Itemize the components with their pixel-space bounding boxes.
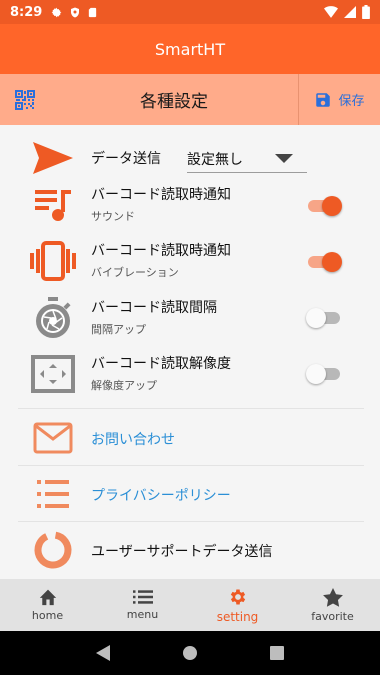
dropdown-arrow-icon — [275, 154, 293, 163]
aspect-ratio-icon — [30, 351, 76, 397]
divider — [18, 408, 364, 409]
music-queue-icon — [30, 182, 76, 228]
data-send-dropdown[interactable]: 設定無し — [187, 145, 307, 173]
vibration-icon — [30, 238, 76, 284]
divider — [18, 465, 364, 466]
timer-shutter-icon — [30, 295, 76, 341]
privacy-row[interactable]: プライバシーポリシー — [0, 471, 380, 517]
contact-link[interactable]: お問い合わせ — [91, 429, 175, 449]
interval-toggle[interactable] — [306, 307, 342, 328]
save-label: 保存 — [338, 94, 365, 109]
nav-favorite[interactable]: favorite — [285, 579, 380, 631]
interval-label: バーコード読取間隔 — [91, 300, 217, 316]
support-row[interactable]: ユーザーサポートデータ送信 — [0, 527, 380, 573]
list-bullets-icon — [30, 471, 76, 517]
qr-code-button[interactable] — [0, 74, 50, 125]
resolution-toggle[interactable] — [306, 363, 342, 384]
settings-header: 各種設定 保存 — [0, 74, 380, 125]
star-icon — [322, 587, 343, 607]
sd-card-notification-icon — [89, 7, 97, 17]
shield-notification-icon — [71, 7, 80, 17]
nav-setting[interactable]: setting — [190, 579, 285, 631]
resolution-row: バーコード読取解像度 解像度アップ — [0, 351, 380, 397]
battery-icon — [362, 5, 370, 19]
vibration-notify-row: バーコード読取時通知 バイブレーション — [0, 238, 380, 284]
status-time: 8:29 — [10, 4, 43, 20]
sound-notify-row: バーコード読取時通知 サウンド — [0, 182, 380, 228]
contact-row[interactable]: お問い合わせ — [0, 415, 380, 461]
privacy-link[interactable]: プライバシーポリシー — [91, 485, 231, 505]
vibration-notify-sub: バイブレーション — [91, 266, 179, 279]
data-send-label: データ送信 — [91, 151, 161, 167]
resolution-label: バーコード読取解像度 — [91, 356, 231, 372]
home-icon — [39, 589, 56, 606]
qr-code-icon — [15, 89, 35, 110]
bottom-navigation: home menu setting favorite — [0, 579, 380, 631]
nav-menu-label: menu — [126, 608, 159, 621]
sound-notify-toggle[interactable] — [306, 195, 342, 216]
wifi-icon — [324, 6, 338, 18]
resolution-sub: 解像度アップ — [91, 379, 157, 392]
system-navigation-bar — [0, 631, 380, 675]
donut-progress-icon — [30, 527, 76, 573]
nav-favorite-label: favorite — [311, 609, 354, 623]
back-icon[interactable] — [96, 645, 110, 661]
sound-notify-label: バーコード読取時通知 — [91, 187, 231, 203]
save-button[interactable]: 保存 — [298, 74, 380, 125]
nav-menu[interactable]: menu — [95, 579, 190, 631]
interval-row: バーコード読取間隔 間隔アップ — [0, 295, 380, 341]
app-bar: SmartHT — [0, 24, 380, 74]
vibration-notify-toggle[interactable] — [306, 251, 342, 272]
nav-home-label: home — [31, 609, 64, 622]
settings-list: データ送信 設定無し バーコード読取時通知 サウンド バーコード読取時通知 バイ… — [0, 125, 380, 579]
support-label[interactable]: ユーザーサポートデータ送信 — [91, 541, 272, 561]
interval-sub: 間隔アップ — [91, 323, 146, 336]
divider — [18, 521, 364, 522]
list-icon — [132, 590, 153, 604]
sound-notify-sub: サウンド — [91, 210, 135, 223]
home-circle-icon[interactable] — [182, 645, 198, 661]
recents-icon[interactable] — [270, 646, 284, 660]
save-icon — [316, 92, 331, 107]
status-bar: 8:29 — [0, 0, 380, 24]
vibration-notify-label: バーコード読取時通知 — [91, 243, 231, 259]
app-title: SmartHT — [154, 39, 226, 59]
gear-icon — [230, 589, 245, 604]
nav-setting-label: setting — [216, 609, 259, 624]
settings-notification-icon — [51, 7, 62, 17]
mail-icon — [30, 415, 76, 461]
send-icon — [30, 135, 76, 181]
signal-icon — [344, 6, 356, 18]
nav-home[interactable]: home — [0, 579, 95, 631]
page-title: 各種設定 — [140, 92, 208, 112]
data-send-selected: 設定無し — [187, 151, 243, 168]
